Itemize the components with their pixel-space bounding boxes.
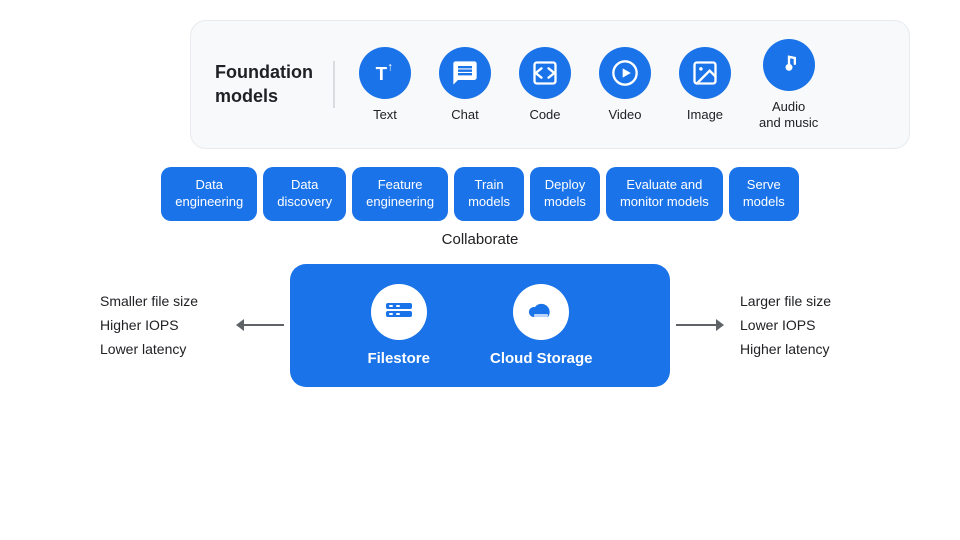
video-icon-circle xyxy=(599,47,651,99)
left-label-file-size: Smaller file size xyxy=(100,293,220,309)
storage-left-labels: Smaller file size Higher IOPS Lower late… xyxy=(100,293,220,357)
filestore-label: Filestore xyxy=(367,350,430,367)
pipeline-step-feature-engineering: Featureengineering xyxy=(352,167,448,221)
code-icon-circle xyxy=(519,47,571,99)
left-arrow xyxy=(236,319,284,331)
foundation-title: Foundationmodels xyxy=(215,61,335,108)
right-label-latency: Higher latency xyxy=(740,341,860,357)
cloud-storage-label: Cloud Storage xyxy=(490,350,593,367)
text-icon: T ↑ xyxy=(371,59,399,87)
left-label-iops: Higher IOPS xyxy=(100,317,220,333)
filestore-icon xyxy=(382,295,416,329)
svg-text:T: T xyxy=(376,63,388,84)
right-label-file-size: Larger file size xyxy=(740,293,860,309)
model-icons: T ↑ Text Chat xyxy=(359,39,818,130)
pipeline-step-data-engineering: Dataengineering xyxy=(161,167,257,221)
pipeline-step-serve-models: Servemodels xyxy=(729,167,799,221)
cloud-storage-icon xyxy=(524,295,558,329)
image-icon xyxy=(691,59,719,87)
audio-icon-circle xyxy=(763,39,815,91)
text-icon-circle: T ↑ xyxy=(359,47,411,99)
code-model-item: Code xyxy=(519,47,571,123)
pipeline-step-deploy-models: Deploymodels xyxy=(530,167,600,221)
left-label-latency: Lower latency xyxy=(100,341,220,357)
image-label: Image xyxy=(687,107,723,123)
svg-text:↑: ↑ xyxy=(387,60,393,73)
chat-icon-circle xyxy=(439,47,491,99)
pipeline-step-train-models: Trainmodels xyxy=(454,167,524,221)
audio-icon xyxy=(775,51,803,79)
text-label: Text xyxy=(373,107,397,123)
pipeline-section: Dataengineering Datadiscovery Featureeng… xyxy=(30,167,930,221)
storage-right-labels: Larger file size Lower IOPS Higher laten… xyxy=(740,293,860,357)
chat-label: Chat xyxy=(451,107,478,123)
pipeline-step-evaluate-monitor: Evaluate andmonitor models xyxy=(606,167,723,221)
audio-label: Audioand music xyxy=(759,99,818,130)
right-label-iops: Lower IOPS xyxy=(740,317,860,333)
filestore-icon-circle xyxy=(371,284,427,340)
code-icon xyxy=(531,59,559,87)
filestore-item: Filestore xyxy=(367,284,430,367)
video-label: Video xyxy=(608,107,641,123)
text-model-item: T ↑ Text xyxy=(359,47,411,123)
left-arrow-head xyxy=(236,319,244,331)
collaborate-label: Collaborate xyxy=(30,231,930,248)
cloud-storage-item: Cloud Storage xyxy=(490,284,593,367)
image-icon-circle xyxy=(679,47,731,99)
audio-model-item: Audioand music xyxy=(759,39,818,130)
storage-section: Smaller file size Higher IOPS Lower late… xyxy=(50,264,910,387)
right-arrow-head xyxy=(716,319,724,331)
foundation-section: Foundationmodels T ↑ Text xyxy=(190,20,910,149)
right-arrow-line xyxy=(676,324,716,326)
right-arrow xyxy=(676,319,724,331)
video-icon xyxy=(611,59,639,87)
left-arrow-line xyxy=(244,324,284,326)
video-model-item: Video xyxy=(599,47,651,123)
chat-model-item: Chat xyxy=(439,47,491,123)
pipeline-step-data-discovery: Datadiscovery xyxy=(263,167,346,221)
storage-box: Filestore Cloud Storage xyxy=(290,264,670,387)
image-model-item: Image xyxy=(679,47,731,123)
chat-icon xyxy=(451,59,479,87)
code-label: Code xyxy=(529,107,560,123)
diagram-container: Foundationmodels T ↑ Text xyxy=(0,0,960,540)
cloud-storage-icon-circle xyxy=(513,284,569,340)
